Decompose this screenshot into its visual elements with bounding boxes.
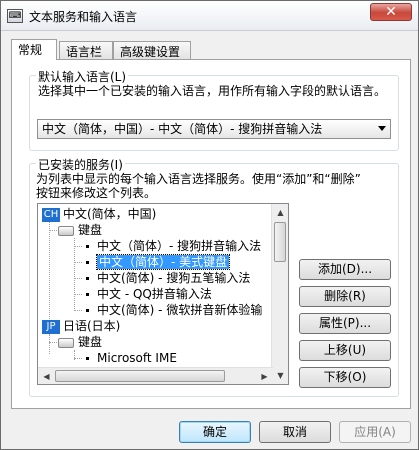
tree-item[interactable]: Microsoft IME: [86, 350, 177, 366]
installed-services-description-1: 为列表中显示的每个输入语言选择服务。使用“添加”和“删除”: [36, 172, 361, 186]
tree-language-chinese[interactable]: CH 中文(简体，中国): [42, 206, 156, 222]
tree-line: [49, 334, 50, 354]
tree-keyboard-node[interactable]: 键盘: [58, 334, 102, 350]
tab-language-bar[interactable]: 语言栏: [59, 41, 113, 59]
bullet-icon: [86, 245, 89, 248]
default-language-label: 默认输入语言(L): [36, 68, 129, 85]
language-badge: JP: [42, 319, 60, 334]
tree-line: [74, 262, 82, 263]
move-down-button[interactable]: 下移(O): [299, 367, 391, 388]
scroll-left-icon[interactable]: ◀: [38, 368, 55, 384]
scroll-right-icon[interactable]: ▶: [256, 368, 273, 384]
default-language-value: 中文（简体，中国）- 中文（简体）- 搜狗拼音输入法: [42, 122, 323, 136]
tree-item[interactable]: 中文(简体) - 搜狗五笔输入法: [86, 270, 250, 286]
tree-line: [74, 358, 82, 359]
tree-line: [49, 222, 50, 327]
tree-item-label: 中文（简体）- 美式键盘: [95, 254, 231, 270]
chevron-down-icon: [378, 126, 386, 131]
tree-keyboard-node[interactable]: 键盘: [58, 222, 102, 238]
language-label: 中文(简体，中国): [63, 207, 157, 221]
title-bar[interactable]: ⌨ 文本服务和输入语言 ✕: [1, 1, 418, 31]
language-label: 日语(日本): [63, 319, 121, 333]
bullet-icon: [86, 357, 89, 360]
scroll-down-icon[interactable]: ▼: [272, 367, 288, 384]
dialog-window: ⌨ 文本服务和输入语言 ✕ 常规 语言栏 高级键设置 默认输入语言(L) 选择其…: [0, 0, 419, 450]
add-button[interactable]: 添加(D)...: [299, 259, 391, 280]
tree-language-japanese[interactable]: JP 日语(日本): [42, 318, 120, 334]
vertical-scrollbar[interactable]: ▲ ▼: [271, 204, 288, 384]
tree-line: [74, 246, 82, 247]
horizontal-scrollbar[interactable]: ◀ ▶: [38, 367, 273, 384]
tree-item-label: 中文(简体) - 搜狗五笔输入法: [97, 271, 251, 285]
tree-line: [49, 230, 57, 231]
installed-services-description-2: 按钮来修改这个列表。: [36, 186, 157, 200]
bullet-icon: [86, 293, 89, 296]
bullet-icon: [86, 277, 89, 280]
properties-button[interactable]: 属性(P)...: [299, 313, 391, 334]
tree-line: [74, 294, 82, 295]
cancel-button[interactable]: 取消: [259, 421, 331, 443]
window-title: 文本服务和输入语言: [29, 10, 138, 24]
scroll-thumb[interactable]: [55, 370, 225, 382]
tree-line: [74, 238, 75, 311]
tree-item-label: 中文（简体）- 搜狗拼音输入法: [97, 239, 262, 253]
tree-line: [49, 342, 57, 343]
keyboard-icon: ⌨: [7, 9, 23, 23]
installed-services-label: 已安装的服务(I): [36, 156, 125, 173]
tree-item-selected[interactable]: 中文（简体）- 美式键盘: [86, 254, 231, 270]
tree-item-label: 中文(简体) - 微软拼音新体验输: [97, 303, 263, 317]
close-button[interactable]: ✕: [370, 3, 412, 21]
apply-button[interactable]: 应用(A): [339, 421, 411, 443]
tree-item[interactable]: 中文(简体) - 微软拼音新体验输: [86, 302, 262, 318]
tab-advanced-key-settings[interactable]: 高级键设置: [113, 41, 191, 59]
services-tree[interactable]: CH 中文(简体，中国) 键盘 中文（简体）- 搜狗拼音输入法 中文（简体）- 美…: [37, 203, 289, 385]
tree-item-label: Microsoft IME: [97, 351, 177, 365]
move-up-button[interactable]: 上移(U): [299, 340, 391, 361]
tree-line: [74, 310, 82, 311]
remove-button[interactable]: 删除(R): [299, 286, 391, 307]
language-badge: CH: [42, 207, 60, 222]
bullet-icon: [86, 261, 89, 264]
bullet-icon: [86, 309, 89, 312]
scroll-thumb[interactable]: [274, 222, 286, 262]
scroll-up-icon[interactable]: ▲: [272, 204, 288, 221]
keyboard-icon: [58, 337, 74, 348]
default-language-select[interactable]: 中文（简体，中国）- 中文（简体）- 搜狗拼音输入法: [37, 119, 391, 139]
tree-item-label: 中文 - QQ拼音输入法: [97, 287, 212, 301]
keyboard-label: 键盘: [78, 223, 103, 237]
tree-line: [74, 278, 82, 279]
tree-item[interactable]: 中文 - QQ拼音输入法: [86, 286, 212, 302]
tab-general[interactable]: 常规: [11, 39, 57, 60]
ok-button[interactable]: 确定: [179, 421, 251, 443]
keyboard-icon: [58, 225, 74, 236]
default-language-description: 选择其中一个已安装的输入语言，用作所有输入字段的默认语言。: [38, 84, 387, 98]
tree-item[interactable]: 中文（简体）- 搜狗拼音输入法: [86, 238, 261, 254]
keyboard-label: 键盘: [78, 335, 103, 349]
default-language-group: 默认输入语言(L) 选择其中一个已安装的输入语言，用作所有输入字段的默认语言。: [29, 68, 399, 151]
